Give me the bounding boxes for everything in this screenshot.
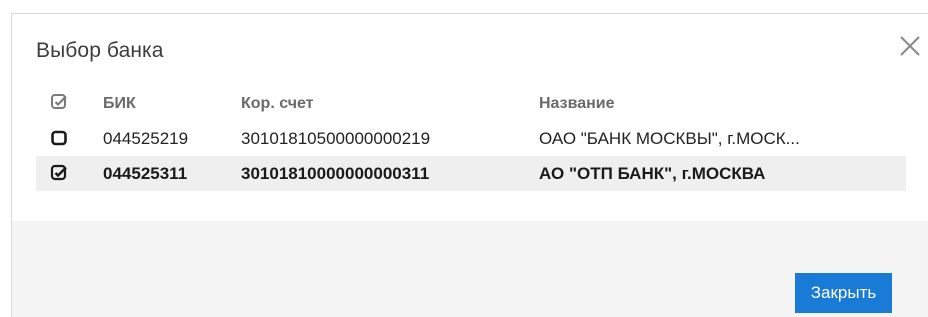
- cell-account: 30101810500000000219: [241, 129, 431, 148]
- column-header-account[interactable]: Кор. счет: [241, 89, 314, 119]
- cell-bik: 044525219: [103, 129, 189, 148]
- dialog-title: Выбор банка: [36, 39, 164, 62]
- checkbox-checked-icon: [51, 94, 67, 110]
- cell-account: 30101810000000000311: [241, 164, 430, 183]
- table-row-selected[interactable]: 044525311 30101810000000000311 АО "ОТП Б…: [36, 156, 906, 191]
- cell-name: АО "ОТП БАНК", г.МОСКВА: [539, 164, 766, 183]
- column-header-name[interactable]: Название: [539, 89, 615, 119]
- bank-table: БИК Кор. счет Название 044525219 3010181…: [36, 89, 906, 191]
- checkbox-unchecked-icon: [51, 130, 67, 146]
- cell-name: ОАО "БАНК МОСКВЫ", г.МОСК...: [539, 129, 800, 148]
- row-checkbox[interactable]: [50, 156, 70, 191]
- close-icon[interactable]: [897, 33, 923, 59]
- table-row[interactable]: 044525219 30101810500000000219 ОАО "БАНК…: [36, 121, 906, 156]
- table-header: БИК Кор. счет Название: [36, 89, 906, 121]
- checkbox-checked-icon: [50, 164, 67, 181]
- select-all-checkbox[interactable]: [50, 89, 70, 119]
- cell-bik: 044525311: [103, 164, 188, 183]
- close-button[interactable]: Закрыть: [795, 273, 892, 313]
- column-header-bik[interactable]: БИК: [103, 89, 136, 119]
- row-checkbox[interactable]: [50, 121, 70, 156]
- bank-select-dialog: Выбор банка БИК Кор. счет Название 04452…: [11, 13, 928, 317]
- dialog-footer: Закрыть: [12, 221, 928, 317]
